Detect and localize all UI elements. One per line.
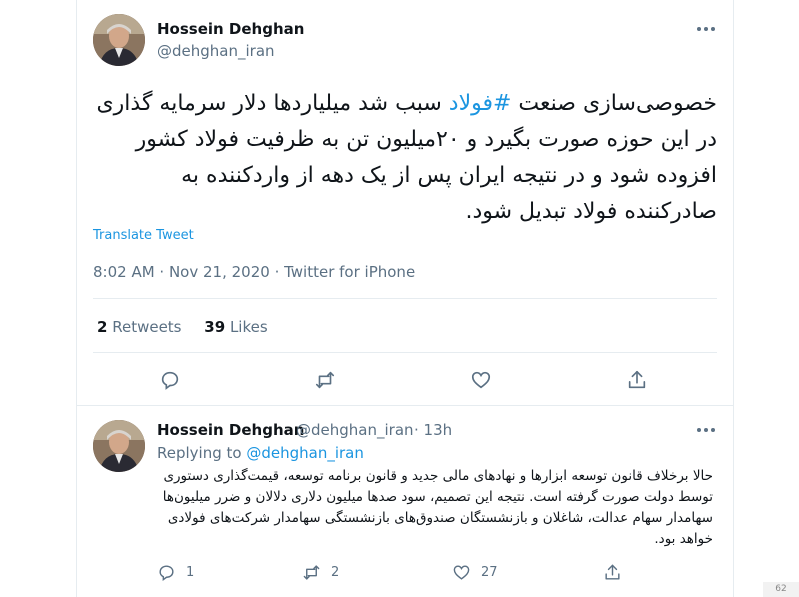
retweets-label: Retweets xyxy=(112,318,182,336)
retweets-count: 2 xyxy=(97,318,108,336)
heart-icon xyxy=(453,565,470,580)
reply-count: 1 xyxy=(186,565,195,580)
main-tweet: Hossein Dehghan @dehghan_iran خصوصی‌سازی… xyxy=(77,0,733,404)
tweet-timestamp[interactable]: 8:02 AM · Nov 21, 2020 · Twitter for iPh… xyxy=(93,263,415,281)
replying-prefix: Replying to xyxy=(157,444,242,462)
divider xyxy=(93,352,717,353)
reply-author-handle[interactable]: @dehghan_iran xyxy=(296,421,414,439)
retweet-icon xyxy=(303,565,320,580)
author-name[interactable]: Hossein Dehghan xyxy=(157,20,304,38)
reply-time[interactable]: · 13h xyxy=(414,421,452,439)
tweet-divider xyxy=(77,405,733,406)
likes-label: Likes xyxy=(229,318,268,336)
share-button[interactable] xyxy=(603,563,632,582)
avatar[interactable] xyxy=(93,14,145,66)
retweets-stat[interactable]: 2 Retweets xyxy=(97,318,182,336)
tweet-text-part: خصوصی‌سازی صنعت xyxy=(511,91,717,116)
reply-button[interactable]: 1 xyxy=(157,563,194,582)
engagement-stats: 2 Retweets 39 Likes xyxy=(97,318,286,336)
retweet-button[interactable]: 2 xyxy=(302,563,339,582)
share-icon[interactable] xyxy=(626,369,650,393)
author-handle[interactable]: @dehghan_iran xyxy=(157,42,275,60)
translate-tweet-link[interactable]: Translate Tweet xyxy=(93,228,194,243)
reply-text: حالا برخلاف قانون توسعه ابزارها و نهادها… xyxy=(162,468,713,547)
share-icon xyxy=(605,564,620,580)
replying-to-handle-link[interactable]: @dehghan_iran xyxy=(246,444,364,462)
like-button[interactable]: 27 xyxy=(452,563,498,582)
tweet-text: خصوصی‌سازی صنعت #فولاد سبب شد میلیاردها … xyxy=(95,86,717,230)
hashtag-link[interactable]: #فولاد xyxy=(449,91,512,116)
more-dots-icon[interactable] xyxy=(695,22,717,36)
reply-bubble-icon[interactable] xyxy=(159,369,183,393)
replying-to: Replying to @dehghan_iran xyxy=(157,444,364,462)
retweet-count: 2 xyxy=(331,565,340,580)
heart-icon[interactable] xyxy=(470,369,494,393)
more-dots-icon[interactable] xyxy=(695,423,717,437)
like-count: 27 xyxy=(481,565,498,580)
scroll-badge: 62 xyxy=(763,582,799,597)
tweet-thread: Hossein Dehghan @dehghan_iran خصوصی‌سازی… xyxy=(76,0,734,597)
avatar[interactable] xyxy=(93,420,145,472)
likes-stat[interactable]: 39 Likes xyxy=(204,318,267,336)
divider xyxy=(93,298,717,299)
reply-author-name[interactable]: Hossein Dehghan xyxy=(157,421,304,439)
retweet-icon[interactable] xyxy=(314,369,338,393)
likes-count: 39 xyxy=(204,318,226,336)
reply-bubble-icon xyxy=(159,565,174,582)
